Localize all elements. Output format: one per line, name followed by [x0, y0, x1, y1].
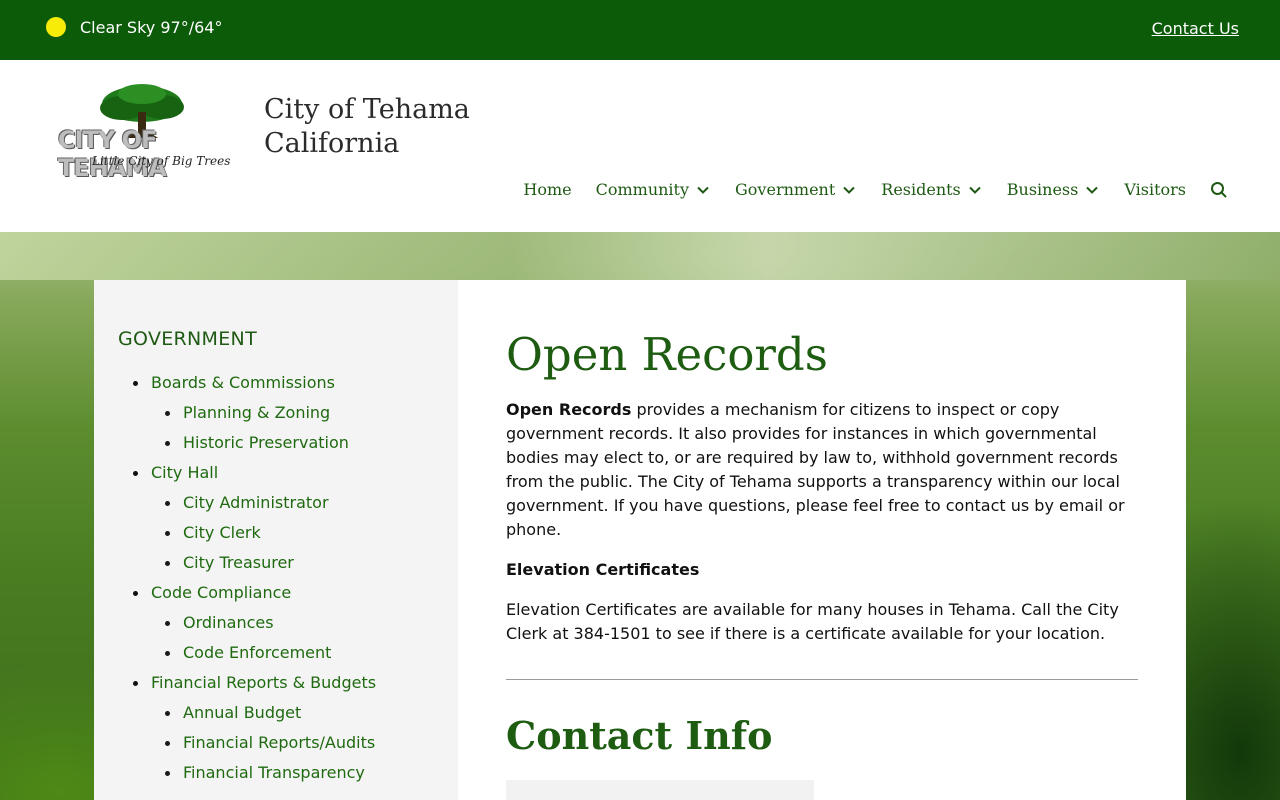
elevation-paragraph: Elevation Certificates are available for…: [506, 600, 1119, 643]
site-header: CITY OF TEHAMA Little City of Big Trees …: [0, 60, 1280, 232]
site-name-line2: California: [264, 128, 400, 159]
chevron-down-icon: [697, 186, 709, 194]
nav-home[interactable]: Home: [523, 180, 571, 199]
main-nav: Home Community Government Residents Busi…: [523, 180, 1228, 199]
sidebar-item-city-hall[interactable]: City Hall: [118, 458, 458, 488]
chevron-down-icon: [843, 186, 855, 194]
nav-residents[interactable]: Residents: [881, 180, 983, 199]
nav-community[interactable]: Community: [596, 180, 711, 199]
nav-label: Community: [595, 180, 690, 199]
sidebar-item-city-treasurer[interactable]: City Treasurer: [118, 548, 458, 578]
sidebar-item-financial-reports-budgets[interactable]: Financial Reports & Budgets: [118, 668, 458, 698]
site-name[interactable]: City of Tehama California: [264, 93, 470, 161]
nav-label: Home: [523, 180, 572, 199]
sun-icon: [46, 17, 66, 37]
nav-label: Residents: [881, 180, 961, 199]
contact-us-link[interactable]: Contact Us: [1152, 19, 1239, 38]
page-title: Open Records: [506, 328, 828, 381]
top-bar: Clear Sky 97°/64° Contact Us: [0, 0, 1280, 60]
sidebar-item-financial-transparency[interactable]: Financial Transparency: [118, 758, 458, 788]
nav-business[interactable]: Business: [1007, 180, 1101, 199]
nav-label: Government: [735, 180, 836, 199]
main-content: Open Records Open Records provides a mec…: [458, 280, 1186, 800]
chevron-down-icon: [1086, 186, 1099, 194]
sidebar-item-planning-zoning[interactable]: Planning & Zoning: [118, 398, 458, 428]
nav-label: Business: [1006, 180, 1079, 199]
sidebar-list: Boards & Commissions Planning & Zoning H…: [118, 368, 458, 788]
sidebar-item-code-enforcement[interactable]: Code Enforcement: [118, 638, 458, 668]
sidebar-item-ordinances[interactable]: Ordinances: [118, 608, 458, 638]
sidebar-item-annual-budget[interactable]: Annual Budget: [118, 698, 458, 728]
divider: [506, 679, 1138, 680]
sidebar-item-city-administrator[interactable]: City Administrator: [118, 488, 458, 518]
weather-text: Clear Sky 97°/64°: [80, 17, 223, 37]
intro-text: provides a mechanism for citizens to ins…: [506, 400, 1125, 539]
sidebar-item-boards-commissions[interactable]: Boards & Commissions: [118, 368, 458, 398]
city-logo[interactable]: CITY OF TEHAMA Little City of Big Trees: [56, 82, 238, 182]
weather-widget: Clear Sky 97°/64°: [46, 17, 222, 37]
sidebar-item-city-clerk[interactable]: City Clerk: [118, 518, 458, 548]
sidebar-item-code-compliance[interactable]: Code Compliance: [118, 578, 458, 608]
nav-label: Visitors: [1124, 180, 1186, 199]
elevation-heading: Elevation Certificates: [506, 560, 700, 579]
search-icon[interactable]: [1210, 181, 1228, 199]
sidebar-item-historic-preservation[interactable]: Historic Preservation: [118, 428, 458, 458]
contact-info-title: Contact Info: [506, 713, 773, 758]
chevron-down-icon: [969, 186, 981, 194]
sidebar-title: GOVERNMENT: [118, 328, 257, 350]
sidebar-item-financial-reports-audits[interactable]: Financial Reports/Audits: [118, 728, 458, 758]
intro-paragraph: Open Records provides a mechanism for ci…: [506, 398, 1138, 542]
hero-hills: [0, 232, 1280, 280]
site-name-line1: City of Tehama: [264, 94, 470, 125]
sidebar-nav: GOVERNMENT Boards & Commissions Planning…: [94, 280, 458, 800]
logo-tagline: Little City of Big Trees: [92, 154, 231, 168]
intro-bold: Open Records: [506, 400, 632, 419]
nav-visitors[interactable]: Visitors: [1124, 180, 1186, 199]
nav-government[interactable]: Government: [735, 180, 857, 199]
contact-info-box: [506, 780, 814, 800]
